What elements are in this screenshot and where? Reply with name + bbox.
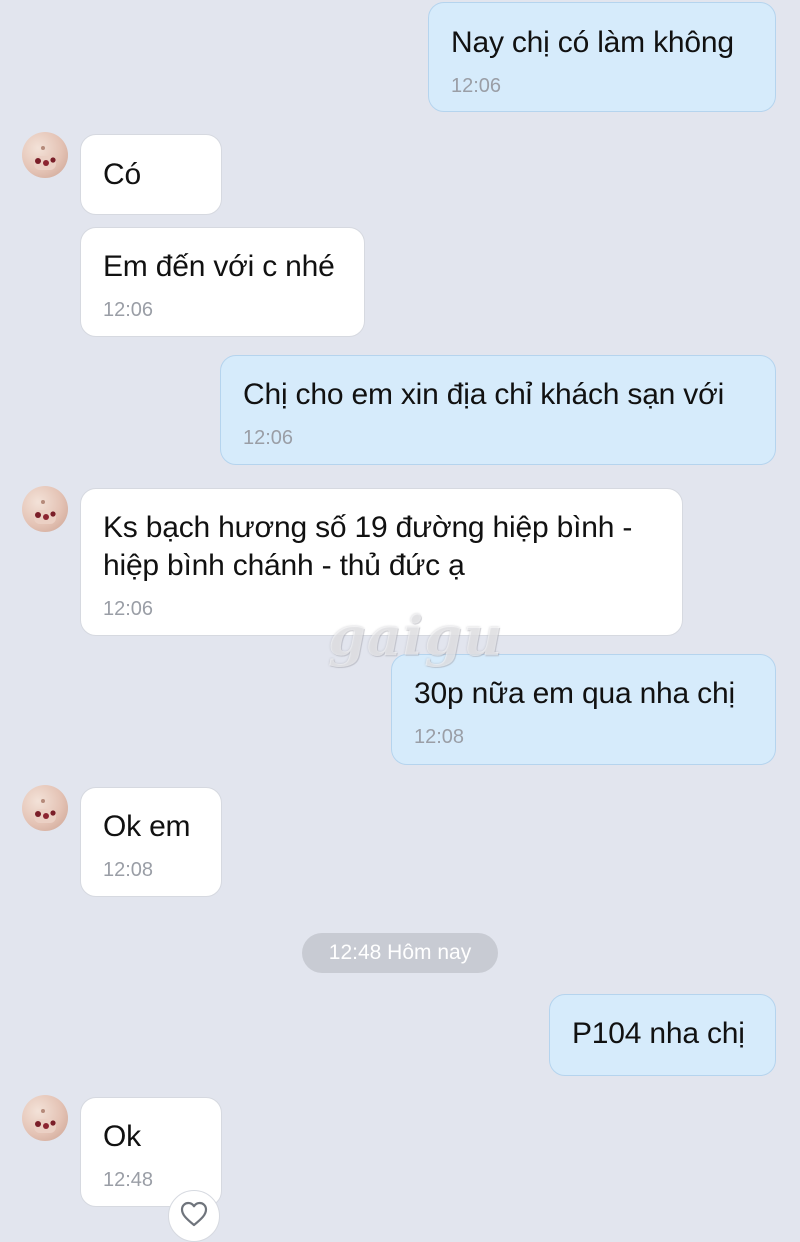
chat-thread: Nay chị có làm không 12:06 Có Em đến với… <box>0 0 800 1242</box>
contact-avatar[interactable] <box>22 486 68 532</box>
incoming-message[interactable]: Ks bạch hương số 19 đường hiệp bình - hi… <box>80 488 683 636</box>
outgoing-message[interactable]: 30p nữa em qua nha chị 12:08 <box>391 654 776 765</box>
message-time: 12:06 <box>103 299 154 321</box>
incoming-message[interactable]: Em đến với c nhé 12:06 <box>80 227 365 337</box>
message-time: 12:06 <box>103 598 154 620</box>
message-text: Nay chị có làm không <box>451 26 734 59</box>
message-text: Ks bạch hương số 19 đường hiệp bình - hi… <box>103 511 633 582</box>
message-time: 12:06 <box>243 427 294 449</box>
outgoing-message[interactable]: P104 nha chị <box>549 994 776 1076</box>
incoming-message[interactable]: Có <box>80 134 222 215</box>
contact-avatar[interactable] <box>22 132 68 178</box>
message-time: 12:48 <box>103 1169 154 1191</box>
contact-avatar[interactable] <box>22 785 68 831</box>
message-text: P104 nha chị <box>572 1017 745 1050</box>
contact-avatar[interactable] <box>22 1095 68 1141</box>
message-text: 30p nữa em qua nha chị <box>414 677 735 710</box>
message-text: Ok <box>103 1120 141 1153</box>
message-time: 12:08 <box>414 726 465 748</box>
heart-outline-icon <box>180 1201 208 1232</box>
outgoing-message[interactable]: Nay chị có làm không 12:06 <box>428 2 776 112</box>
message-text: Em đến với c nhé <box>103 250 335 283</box>
message-text: Có <box>103 158 141 191</box>
message-text: Ok em <box>103 810 191 843</box>
message-text: Chị cho em xin địa chỉ khách sạn với <box>243 378 725 411</box>
message-time: 12:06 <box>451 75 502 97</box>
outgoing-message[interactable]: Chị cho em xin địa chỉ khách sạn với 12:… <box>220 355 776 465</box>
date-divider: 12:48 Hôm nay <box>302 933 498 973</box>
react-button[interactable] <box>168 1190 220 1242</box>
incoming-message[interactable]: Ok em 12:08 <box>80 787 222 897</box>
message-time: 12:08 <box>103 859 154 881</box>
